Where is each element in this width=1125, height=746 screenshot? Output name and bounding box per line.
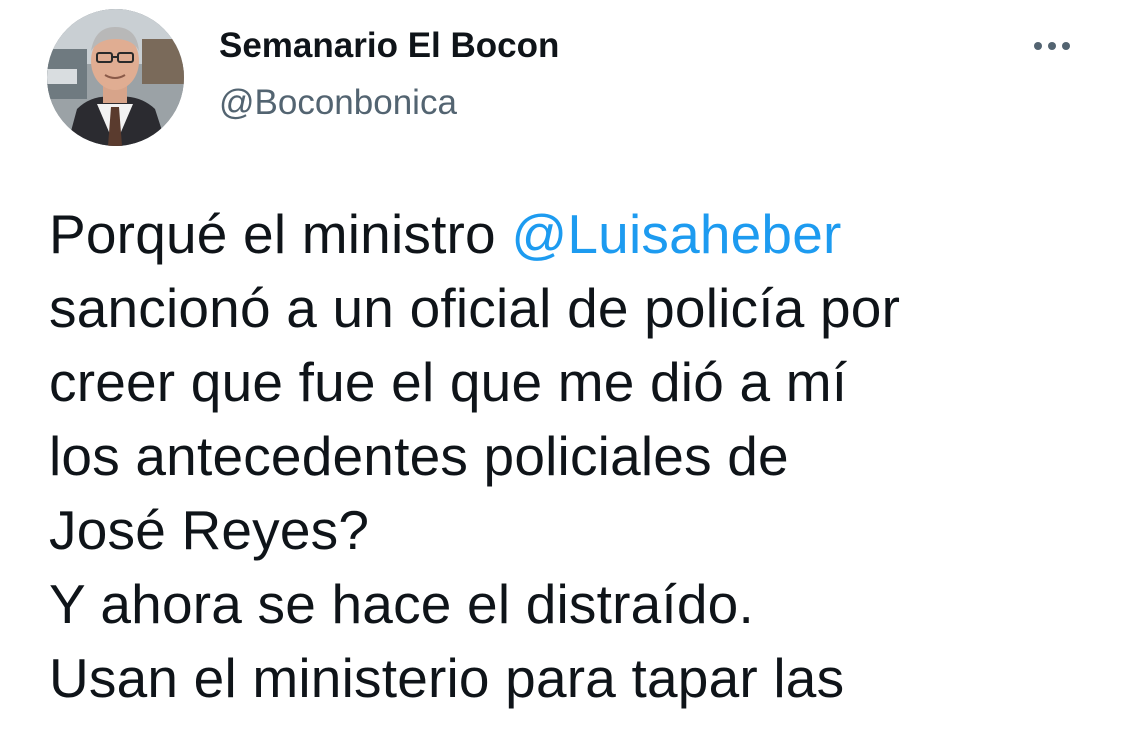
tweet-text-segment: Porqué el ministro: [49, 203, 512, 265]
tweet-line: creer que fue el que me dió a mí: [49, 351, 848, 413]
author-name[interactable]: Semanario El Bocon: [219, 25, 559, 67]
tweet-line: Usan el ministerio para tapar las: [49, 647, 845, 709]
more-horizontal-icon-dot: [1048, 42, 1056, 50]
tweet-line: José Reyes?: [49, 499, 370, 561]
mention-link[interactable]: @Luisaheber: [511, 203, 841, 265]
avatar[interactable]: [47, 9, 184, 146]
tweet-text: Porqué el ministro @Luisaheber sancionó …: [49, 197, 1119, 715]
avatar-photo: [47, 9, 184, 146]
more-horizontal-icon-dot: [1062, 42, 1070, 50]
more-options-button[interactable]: [1022, 24, 1082, 68]
tweet-line: Y ahora se hace el distraído.: [49, 573, 754, 635]
author-handle[interactable]: @Boconbonica: [219, 82, 457, 124]
tweet-line: sancionó a un oficial de policía por: [49, 277, 901, 339]
tweet-card: Semanario El Bocon @Boconbonica Porqué e…: [0, 0, 1125, 746]
tweet-line: los antecedentes policiales de: [49, 425, 789, 487]
more-horizontal-icon: [1034, 42, 1042, 50]
tweet-line: Porqué el ministro @Luisaheber: [49, 197, 1119, 271]
